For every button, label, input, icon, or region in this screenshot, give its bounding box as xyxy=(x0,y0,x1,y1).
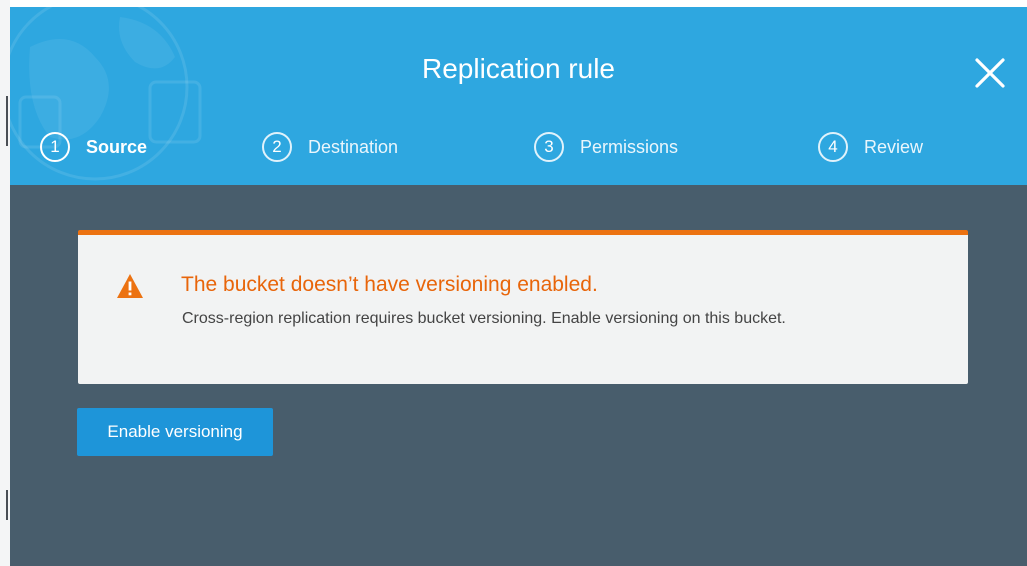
alert-message: Cross-region replication requires bucket… xyxy=(182,310,786,327)
enable-versioning-button[interactable]: Enable versioning xyxy=(77,408,273,456)
step-number: 1 xyxy=(40,132,70,162)
step-label: Source xyxy=(86,136,148,157)
step-review[interactable]: 4 Review xyxy=(818,129,923,165)
alert-heading: The bucket doesn’t have versioning enabl… xyxy=(181,273,598,296)
replication-rule-modal: Replication rule 1 Source 2 Destination … xyxy=(10,7,1027,566)
modal-title: Replication rule xyxy=(422,53,615,84)
step-source[interactable]: 1 Source xyxy=(40,129,147,165)
step-number: 2 xyxy=(262,132,292,162)
step-permissions[interactable]: 3 Permissions xyxy=(534,129,678,165)
versioning-warning-alert: The bucket doesn’t have versioning enabl… xyxy=(78,230,968,384)
close-icon xyxy=(975,58,1005,88)
step-destination[interactable]: 2 Destination xyxy=(262,129,398,165)
step-number: 3 xyxy=(534,132,564,162)
edge-mark xyxy=(6,96,8,146)
edge-mark xyxy=(6,490,8,520)
step-number: 4 xyxy=(818,132,848,162)
close-button[interactable] xyxy=(972,55,1008,91)
modal-header: Replication rule 1 Source 2 Destination … xyxy=(10,7,1027,185)
background-page-edge xyxy=(0,0,10,566)
page: Replication rule 1 Source 2 Destination … xyxy=(0,0,1027,566)
step-label: Review xyxy=(864,136,924,157)
step-label: Destination xyxy=(308,136,399,157)
wizard-steps: 1 Source 2 Destination 3 Permissions 4 R… xyxy=(10,129,1027,165)
warning-icon xyxy=(117,274,143,298)
step-label: Permissions xyxy=(580,136,679,157)
